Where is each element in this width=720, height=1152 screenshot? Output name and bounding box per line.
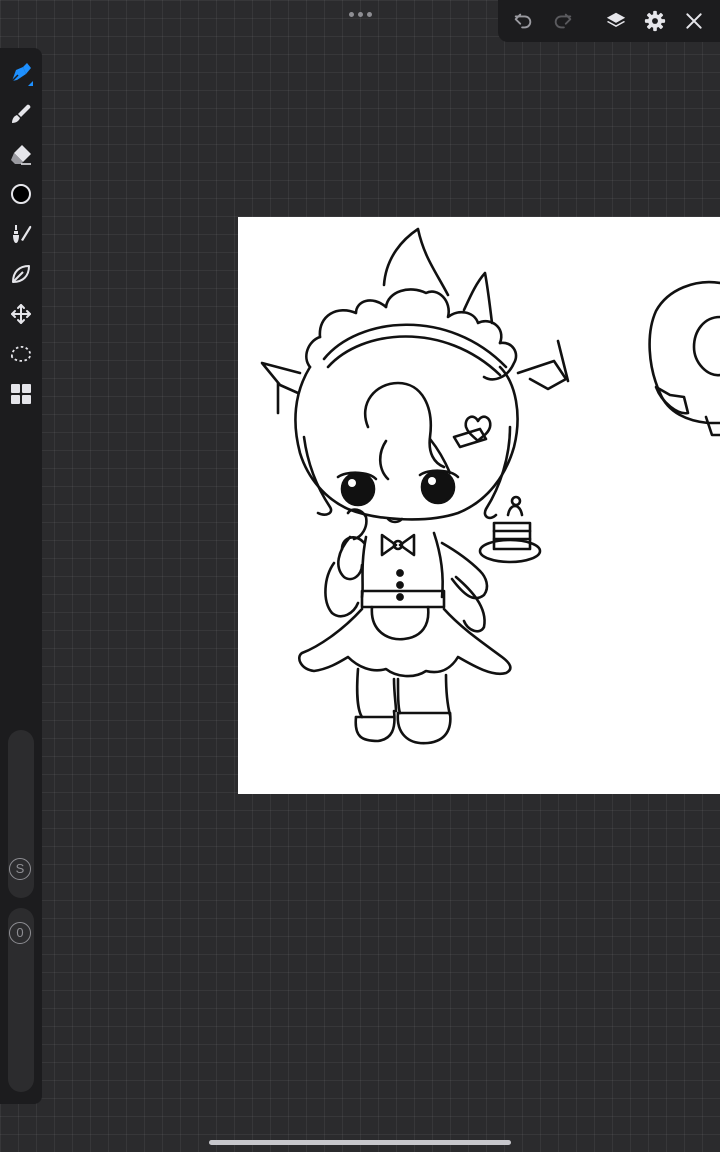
eraser-icon — [11, 145, 31, 165]
gallery-tool-button[interactable] — [7, 380, 35, 408]
move-icon — [11, 304, 31, 324]
undo-icon — [514, 13, 532, 29]
settings-button[interactable] — [641, 7, 669, 35]
layers-button[interactable] — [602, 7, 630, 35]
redo-icon — [554, 13, 572, 29]
liquify-tool-button[interactable] — [7, 260, 35, 288]
grid-icon — [11, 384, 31, 404]
layers-icon — [606, 12, 626, 27]
close-button[interactable] — [680, 7, 708, 35]
opacity-knob[interactable]: 0 — [9, 922, 31, 944]
color-picker-button[interactable] — [7, 180, 35, 208]
brush-tool-button[interactable] — [7, 100, 35, 128]
liquify-icon — [12, 265, 30, 283]
drawing-canvas[interactable] — [238, 217, 720, 794]
lasso-icon — [11, 345, 32, 362]
close-icon — [686, 13, 702, 29]
chibi-maid-sketch — [260, 227, 720, 745]
transform-tool-button[interactable] — [7, 300, 35, 328]
brush-size-knob[interactable]: S — [9, 858, 31, 880]
pen-tool-button[interactable] — [7, 60, 35, 88]
smudge-tool-button[interactable] — [7, 220, 35, 248]
pen-icon — [11, 63, 33, 86]
top-toolbar — [498, 0, 720, 42]
smudge-icon — [13, 225, 32, 243]
tool-sidebar: S 0 — [0, 48, 42, 1104]
redo-button[interactable] — [549, 7, 577, 35]
home-indicator[interactable] — [209, 1140, 511, 1145]
lasso-tool-button[interactable] — [7, 340, 35, 368]
gear-icon — [644, 10, 666, 32]
more-options-icon[interactable] — [340, 2, 380, 26]
eraser-tool-button[interactable] — [7, 140, 35, 168]
brush-icon — [12, 104, 31, 123]
color-swatch-icon — [11, 184, 31, 204]
undo-button[interactable] — [509, 7, 537, 35]
